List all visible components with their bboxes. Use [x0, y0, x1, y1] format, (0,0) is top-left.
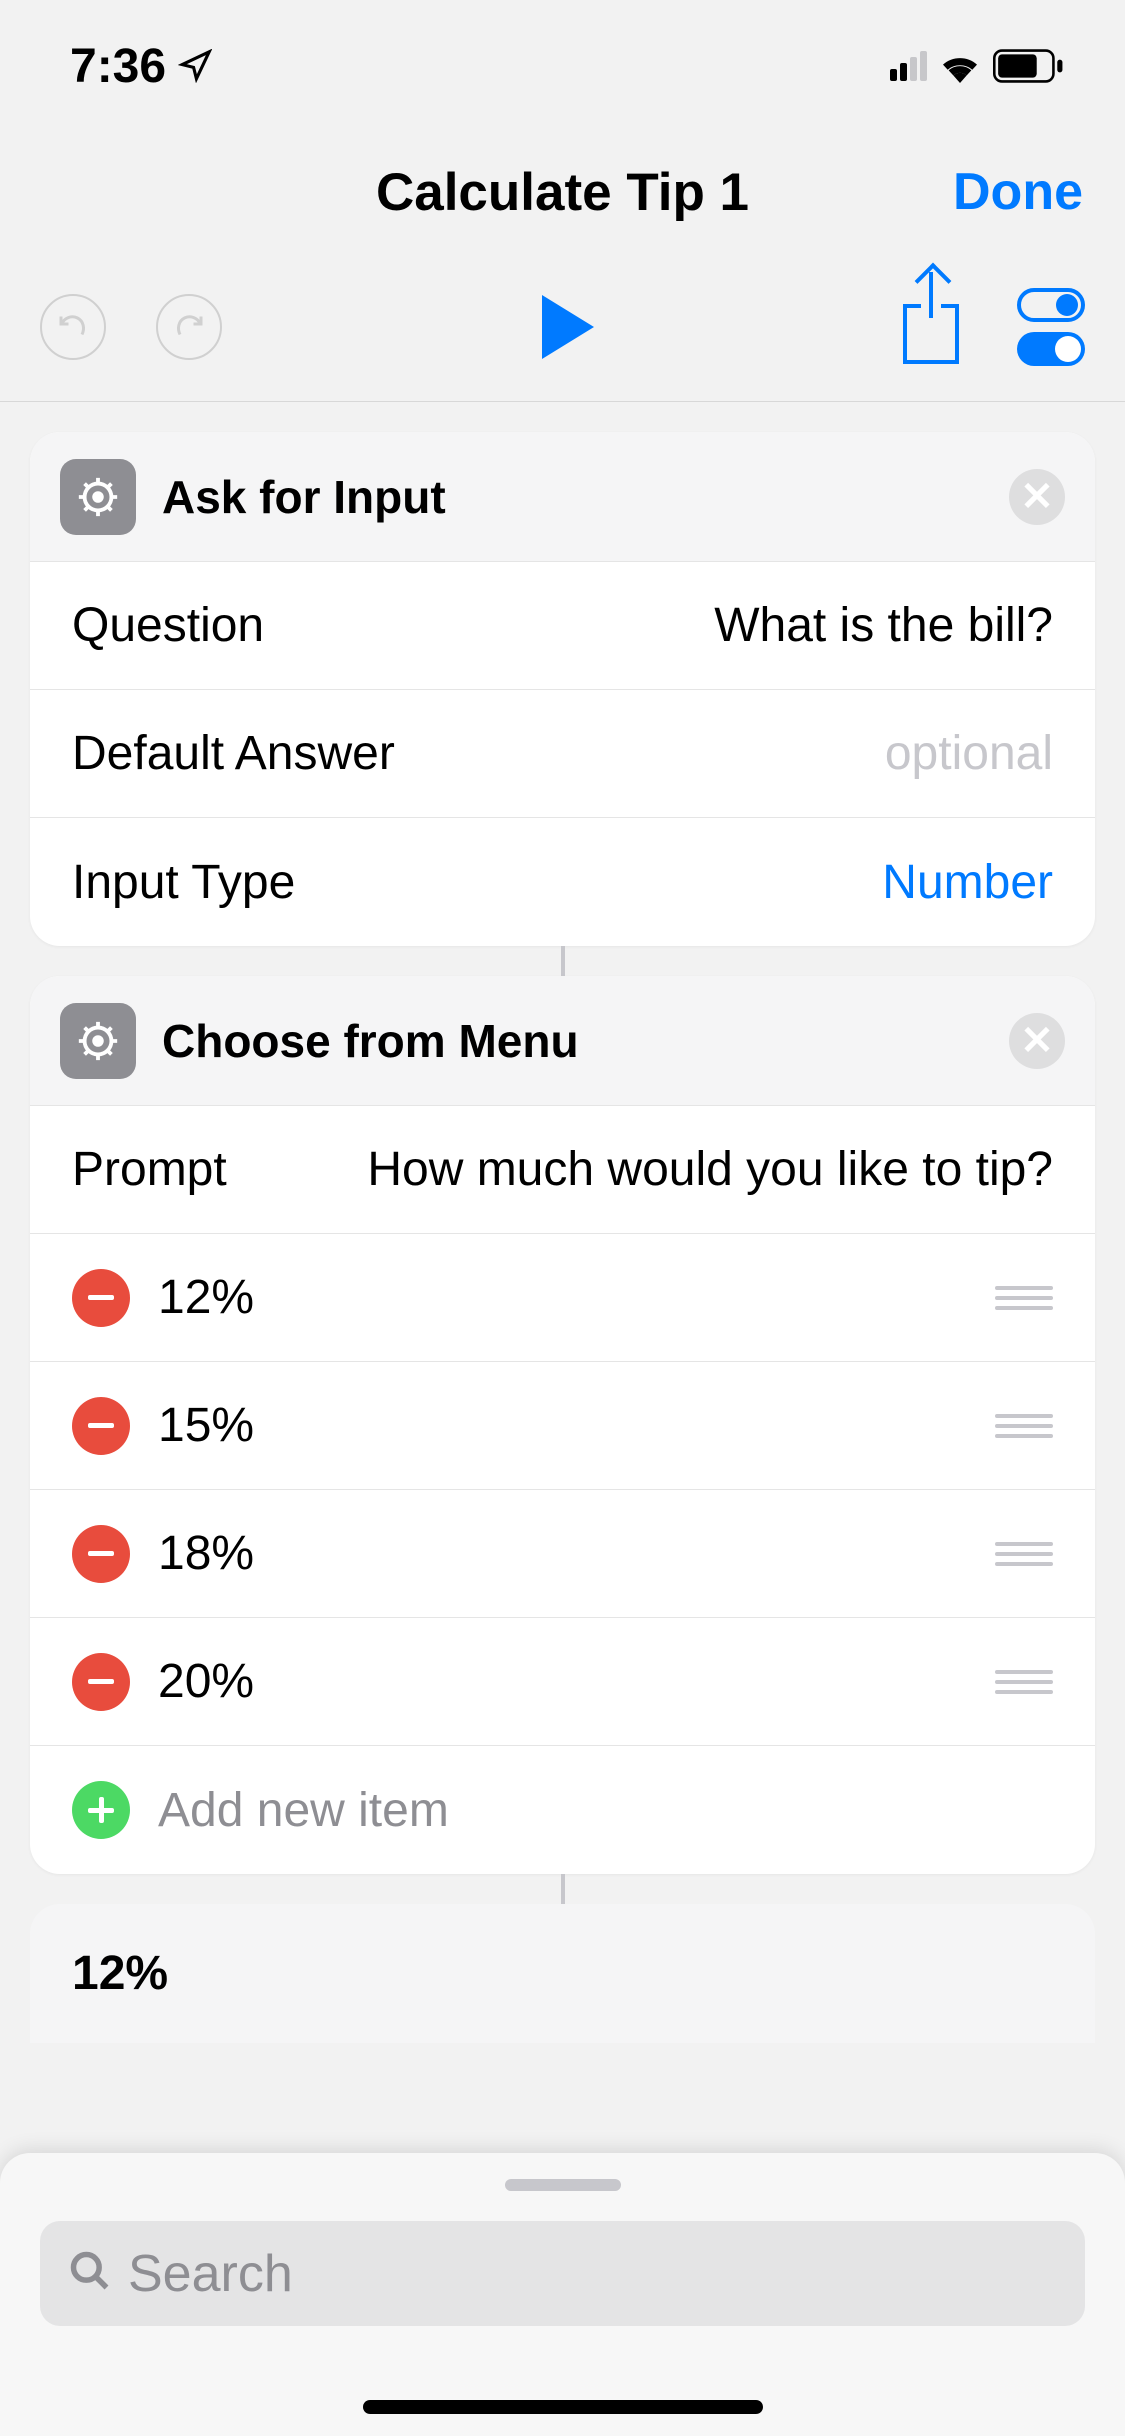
- minus-icon: [88, 1551, 114, 1556]
- drag-handle-icon[interactable]: [995, 1670, 1053, 1694]
- close-button[interactable]: ✕: [1009, 469, 1065, 525]
- menu-item[interactable]: 18%: [30, 1490, 1095, 1618]
- question-row[interactable]: Question What is the bill?: [30, 562, 1095, 690]
- gear-icon: [60, 459, 136, 535]
- menu-item-label: 20%: [158, 1654, 967, 1709]
- delete-button[interactable]: [72, 1525, 130, 1583]
- delete-button[interactable]: [72, 1653, 130, 1711]
- drag-handle-icon[interactable]: [995, 1542, 1053, 1566]
- action-menu-branch[interactable]: 12%: [30, 1904, 1095, 2043]
- delete-button[interactable]: [72, 1269, 130, 1327]
- menu-item[interactable]: 15%: [30, 1362, 1095, 1490]
- search-panel[interactable]: Search: [0, 2153, 1125, 2436]
- search-input[interactable]: Search: [40, 2221, 1085, 2326]
- close-icon: ✕: [1020, 1018, 1054, 1064]
- branch-label: 12%: [72, 1947, 168, 2000]
- undo-button[interactable]: [40, 294, 106, 360]
- page-title: Calculate Tip 1: [202, 162, 923, 223]
- minus-icon: [88, 1295, 114, 1300]
- minus-icon: [88, 1679, 114, 1684]
- prompt-label: Prompt: [72, 1142, 227, 1197]
- action-choose-from-menu: Choose from Menu ✕ Prompt How much would…: [30, 976, 1095, 1874]
- redo-button[interactable]: [156, 294, 222, 360]
- close-icon: ✕: [1020, 474, 1054, 520]
- menu-item-label: 15%: [158, 1398, 967, 1453]
- add-button[interactable]: [72, 1781, 130, 1839]
- minus-icon: [88, 1423, 114, 1428]
- prompt-value: How much would you like to tip?: [367, 1142, 1053, 1197]
- question-label: Question: [72, 598, 264, 653]
- toolbar: [0, 252, 1125, 402]
- share-button[interactable]: [903, 290, 959, 364]
- search-icon: [68, 2249, 112, 2298]
- action-header[interactable]: Choose from Menu ✕: [30, 976, 1095, 1106]
- panel-handle[interactable]: [505, 2179, 621, 2191]
- location-icon: [178, 49, 212, 83]
- cellular-icon: [890, 51, 927, 81]
- status-bar: 7:36: [0, 0, 1125, 132]
- action-ask-for-input: Ask for Input ✕ Question What is the bil…: [30, 432, 1095, 946]
- input-type-label: Input Type: [72, 855, 295, 910]
- nav-header: Calculate Tip 1 Done: [0, 132, 1125, 252]
- action-header[interactable]: Ask for Input ✕: [30, 432, 1095, 562]
- wifi-icon: [937, 49, 983, 83]
- action-title: Ask for Input: [162, 470, 983, 524]
- add-new-item-row[interactable]: Add new item: [30, 1746, 1095, 1874]
- input-type-value: Number: [882, 855, 1053, 910]
- status-time: 7:36: [70, 39, 212, 94]
- content-area: Ask for Input ✕ Question What is the bil…: [0, 402, 1125, 2043]
- close-button[interactable]: ✕: [1009, 1013, 1065, 1069]
- delete-button[interactable]: [72, 1397, 130, 1455]
- connector-line: [561, 946, 565, 976]
- play-button[interactable]: [542, 295, 594, 359]
- default-answer-placeholder: optional: [885, 726, 1053, 781]
- search-placeholder: Search: [128, 2244, 293, 2304]
- status-indicators: [890, 49, 1065, 83]
- drag-handle-icon[interactable]: [995, 1414, 1053, 1438]
- menu-item-label: 12%: [158, 1270, 967, 1325]
- question-value: What is the bill?: [714, 598, 1053, 653]
- default-answer-row[interactable]: Default Answer optional: [30, 690, 1095, 818]
- drag-handle-icon[interactable]: [995, 1286, 1053, 1310]
- home-indicator[interactable]: [363, 2400, 763, 2414]
- menu-item[interactable]: 12%: [30, 1234, 1095, 1362]
- done-button[interactable]: Done: [923, 162, 1083, 222]
- gear-icon: [60, 1003, 136, 1079]
- action-title: Choose from Menu: [162, 1014, 983, 1068]
- settings-toggle-button[interactable]: [1017, 288, 1085, 366]
- battery-icon: [993, 49, 1065, 83]
- connector-line: [561, 1874, 565, 1904]
- input-type-row[interactable]: Input Type Number: [30, 818, 1095, 946]
- add-new-label: Add new item: [158, 1783, 1053, 1838]
- menu-item-label: 18%: [158, 1526, 967, 1581]
- default-answer-label: Default Answer: [72, 726, 395, 781]
- time-label: 7:36: [70, 39, 166, 94]
- prompt-row[interactable]: Prompt How much would you like to tip?: [30, 1106, 1095, 1234]
- menu-item[interactable]: 20%: [30, 1618, 1095, 1746]
